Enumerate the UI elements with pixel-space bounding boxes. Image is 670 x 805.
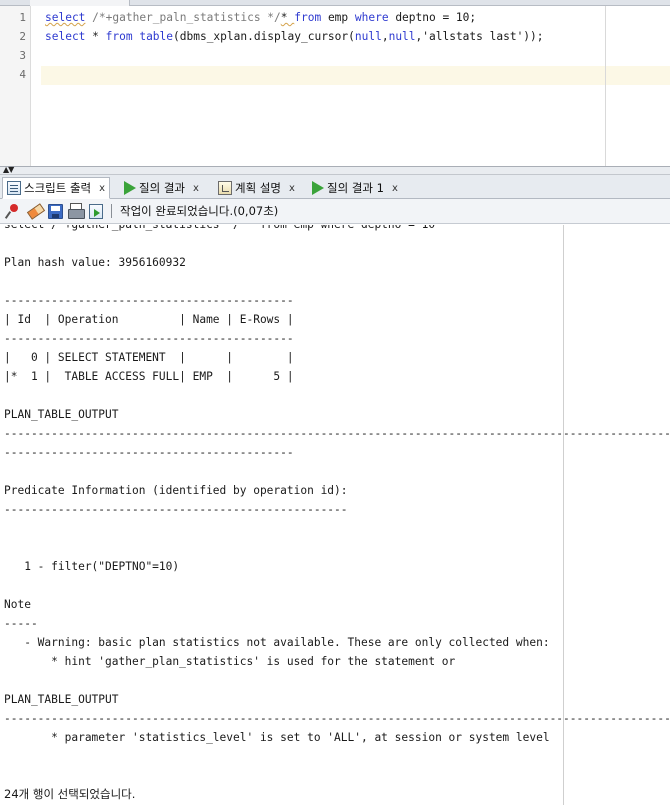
- task-status-text: 작업이 완료되었습니다.(0,07초): [120, 204, 279, 218]
- code-text: *: [280, 11, 295, 24]
- output-text: select /*+gather_paln_statistics */ * fr…: [4, 225, 670, 804]
- code-area[interactable]: select /*+gather_paln_statistics */* fro…: [31, 6, 670, 166]
- tab-label: 질의 결과: [139, 181, 185, 195]
- keyword-where: where: [354, 11, 389, 24]
- output-line: 1 - filter("DEPTNO"=10): [4, 560, 180, 573]
- output-line: * parameter 'statistics_level' is set to…: [4, 731, 550, 744]
- tab-close-button[interactable]: x: [392, 183, 398, 194]
- code-text: ,: [381, 30, 389, 43]
- output-line: PLAN_TABLE_OUTPUT: [4, 408, 119, 421]
- output-line: Note: [4, 598, 31, 611]
- code-line-2[interactable]: select * from table(dbms_xplan.display_c…: [45, 27, 544, 46]
- result-tab-bar: 스크립트 출력 x 질의 결과 x 계획 설명 x 질의 결과 1 x: [0, 175, 670, 199]
- export-icon[interactable]: [89, 204, 103, 219]
- run-icon: [124, 181, 136, 195]
- line-number: 4: [19, 68, 26, 81]
- script-output-pane[interactable]: select /*+gather_paln_statistics */ * fr…: [0, 225, 670, 805]
- code-text: *: [85, 30, 106, 43]
- output-line: Predicate Information (identified by ope…: [4, 484, 348, 497]
- toolbar-separator: [111, 204, 112, 218]
- pane-splitter[interactable]: ▲▼: [0, 165, 670, 175]
- output-line: ----------------------------------------…: [4, 294, 294, 307]
- save-icon[interactable]: [48, 204, 63, 219]
- right-margin-line: [605, 6, 606, 166]
- tab-query-result[interactable]: 질의 결과 x: [120, 177, 203, 199]
- keyword-select: select: [45, 30, 86, 43]
- sql-editor[interactable]: 1 2 3 4 select /*+gather_paln_statistics…: [0, 6, 670, 166]
- tab-close-button[interactable]: x: [193, 183, 199, 194]
- keyword-from: from: [105, 30, 133, 43]
- output-line: |* 1 | TABLE ACCESS FULL| EMP | 5 |: [4, 370, 294, 383]
- keyword-from: from: [294, 11, 322, 24]
- run-icon: [312, 181, 324, 195]
- keyword-select: select: [45, 11, 86, 24]
- print-icon[interactable]: [67, 202, 85, 220]
- output-line: ----------------------------------------…: [4, 712, 670, 725]
- splitter-arrows-icon[interactable]: ▲▼: [3, 165, 14, 175]
- tab-explain-plan[interactable]: 계획 설명 x: [214, 177, 299, 199]
- output-line: select /*+gather_paln_statistics */ * fr…: [4, 225, 670, 234]
- output-line: ----------------------------------------…: [4, 503, 348, 516]
- output-line: ----------------------------------------…: [4, 446, 294, 459]
- current-line-highlight: [41, 66, 670, 85]
- code-text: deptno = 10;: [388, 11, 477, 24]
- script-output-icon: [7, 181, 21, 195]
- code-text: emp: [321, 11, 355, 24]
- tab-close-button[interactable]: x: [99, 183, 105, 194]
- output-line: | 0 | SELECT STATEMENT | | |: [4, 351, 294, 364]
- output-line: * hint 'gather_plan_statistics' is used …: [4, 655, 456, 668]
- tab-label: 질의 결과 1: [327, 181, 384, 195]
- code-line-1[interactable]: select /*+gather_paln_statistics */* fro…: [45, 8, 476, 27]
- output-line: | Id | Operation | Name | E-Rows |: [4, 313, 294, 326]
- output-line: Plan hash value: 3956160932: [4, 256, 186, 269]
- code-text: (dbms_xplan.display_cursor(: [173, 30, 355, 43]
- keyword-null: null: [354, 30, 382, 43]
- line-number: 3: [19, 49, 26, 62]
- output-line: ----------------------------------------…: [4, 427, 670, 440]
- tab-query-result-1[interactable]: 질의 결과 1 x: [308, 177, 402, 199]
- line-number-gutter: 1 2 3 4: [0, 6, 31, 166]
- output-toolbar: 작업이 완료되었습니다.(0,07초): [0, 199, 670, 224]
- output-line: ----------------------------------------…: [4, 332, 294, 345]
- tab-close-button[interactable]: x: [289, 183, 295, 194]
- line-number: 2: [19, 30, 26, 43]
- line-number: 1: [19, 11, 26, 24]
- output-line: -----: [4, 617, 38, 630]
- keyword-table: table: [132, 30, 174, 43]
- explain-plan-icon: [218, 181, 232, 195]
- output-line: 24개 행이 선택되었습니다.: [4, 787, 136, 801]
- tab-label: 스크립트 출력: [24, 181, 92, 195]
- code-text: ,'allstats last'));: [415, 30, 544, 43]
- pin-icon[interactable]: [4, 202, 22, 220]
- optimizer-hint: /*+gather_paln_statistics */: [92, 11, 281, 24]
- output-line: - Warning: basic plan statistics not ava…: [4, 636, 550, 649]
- tab-label: 계획 설명: [235, 181, 281, 195]
- clear-eraser-icon[interactable]: [26, 202, 44, 220]
- output-line: PLAN_TABLE_OUTPUT: [4, 693, 119, 706]
- tab-script-output[interactable]: 스크립트 출력 x: [2, 177, 111, 199]
- keyword-null: null: [388, 30, 416, 43]
